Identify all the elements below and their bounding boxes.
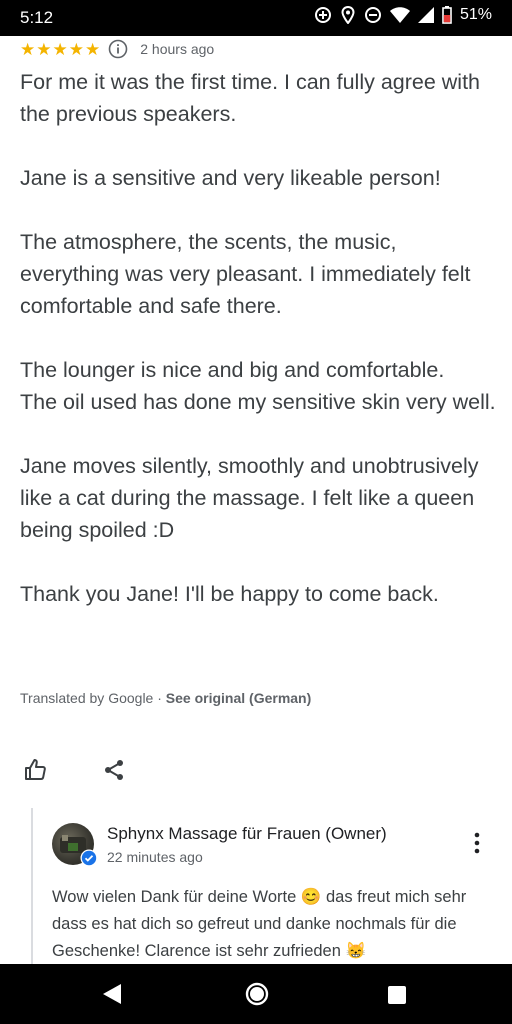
star-icon: ★ [36,39,52,59]
status-time: 5:12 [20,8,54,27]
more-vert-icon [474,832,480,854]
review-time: 2 hours ago [140,41,215,57]
battery-icon [442,6,452,24]
data-saver-icon [314,7,331,23]
star-icon: ★ [20,39,36,59]
home-button[interactable] [245,982,269,1011]
status-bar: 5:12 51% [0,0,512,36]
review-paragraph: Jane is a sensitive and very likeable pe… [20,166,441,190]
review-paragraph: Thank you Jane! I'll be happy to come ba… [20,582,439,606]
review-actions [22,756,128,784]
see-original-link[interactable]: See original (German) [166,690,311,706]
review-paragraph: For me it was the first time. I can full… [20,70,481,126]
star-rating: ★ ★ ★ ★ ★ [20,41,100,58]
recents-button[interactable] [387,985,407,1010]
wifi-icon [389,7,410,23]
location-icon [341,6,355,24]
thumbs-up-icon [25,759,46,780]
review-paragraph: The lounger is nice and big and comforta… [20,358,496,414]
recents-icon [388,986,406,1004]
translated-by-label: Translated by Google · [20,690,166,706]
verified-badge-icon [80,849,98,867]
owner-reply-time: 22 minutes ago [107,849,203,865]
info-icon[interactable] [108,39,128,59]
status-icons: 51% [314,6,492,24]
review-meta: ★ ★ ★ ★ ★ 2 hours ago [20,38,214,60]
star-icon: ★ [68,39,84,59]
reply-divider [31,808,33,964]
review-paragraph: Jane moves silently, smoothly and unobtr… [20,454,479,542]
share-button[interactable] [100,756,128,784]
navigation-bar [0,964,512,1024]
owner-name: Sphynx Massage für Frauen (Owner) [107,824,387,843]
home-icon [245,982,269,1006]
do-not-disturb-icon [364,7,381,23]
review-text: For me it was the first time. I can full… [20,66,498,610]
share-icon [105,760,123,780]
like-button[interactable] [22,756,50,784]
star-icon: ★ [52,39,68,59]
review-paragraph: The atmosphere, the scents, the music, e… [20,230,471,318]
back-button[interactable] [101,982,123,1011]
owner-reply-text: Wow vielen Dank für deine Worte 😊 das fr… [52,888,467,960]
translation-note: Translated by Google · See original (Ger… [20,690,311,706]
star-icon: ★ [85,39,101,59]
signal-icon [417,7,434,23]
battery-percentage: 51% [459,6,492,23]
back-icon [103,984,121,1004]
more-options-button[interactable] [466,832,488,856]
